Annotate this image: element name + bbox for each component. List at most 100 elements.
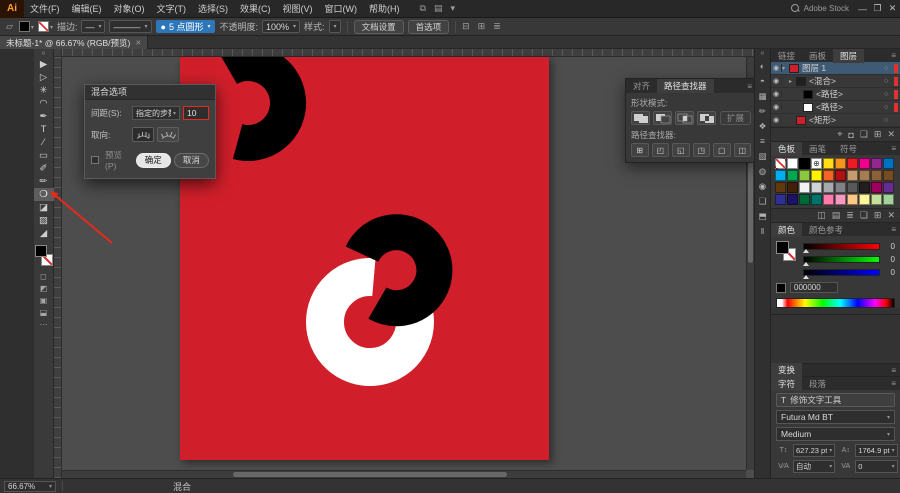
tab-align[interactable]: 对齐 — [626, 79, 657, 93]
color-swatch[interactable] — [835, 158, 846, 169]
color-guide-panel-icon[interactable]: ◓ — [755, 74, 771, 89]
visibility-eye-icon[interactable]: ◉ — [771, 64, 782, 72]
eraser-tool[interactable]: ◪ — [34, 201, 54, 214]
locate-object-icon[interactable]: ⌖ — [837, 129, 842, 140]
workspace-arrow-icon[interactable]: ▾ — [450, 3, 455, 14]
align-icon[interactable]: ⊟ — [462, 21, 470, 32]
arrange-documents-icon[interactable]: ⧉ — [420, 3, 426, 14]
color-swatch[interactable] — [871, 158, 882, 169]
new-swatch-icon[interactable]: ⊞ — [874, 210, 882, 221]
panel-menu-icon[interactable]: ≡ — [887, 225, 900, 234]
gradient-panel-icon[interactable]: ▧ — [755, 149, 771, 164]
align-to-page-button[interactable] — [132, 127, 154, 142]
color-swatch[interactable] — [787, 170, 798, 181]
swatch-registration[interactable]: ⊕ — [811, 158, 822, 169]
transparency-panel-icon[interactable]: ◍ — [755, 164, 771, 179]
outline-icon[interactable]: ▢ — [713, 143, 731, 157]
tab-links[interactable]: 链接 — [771, 49, 802, 63]
swatch-none[interactable] — [775, 158, 786, 169]
preview-checkbox[interactable] — [91, 156, 99, 164]
menu-item[interactable]: 对象(O) — [108, 0, 151, 18]
fill-stroke-indicator[interactable] — [34, 245, 54, 271]
top-shape-black[interactable] — [221, 57, 307, 161]
color-swatch[interactable] — [835, 182, 846, 193]
layer-row[interactable]: ◉ ▾ 图层 1 ○ — [771, 62, 900, 75]
swatch-white[interactable] — [787, 158, 798, 169]
panel-menu-icon[interactable]: ≡ — [887, 144, 900, 153]
swatch-kinds-icon[interactable]: ▤ — [832, 210, 841, 221]
close-document-icon[interactable]: ✕ — [135, 39, 141, 47]
tab-character[interactable]: 字符 — [771, 376, 803, 391]
layer-row[interactable]: ◉ <矩形> ○ — [771, 114, 900, 127]
paintbrush-tool[interactable]: ✐ — [34, 162, 54, 175]
workspace-switcher-icon[interactable]: ▤ — [434, 3, 443, 14]
fill-color-well[interactable]: ▾ — [18, 21, 34, 33]
stroke-weight-select[interactable]: — ▾ — [81, 20, 106, 33]
color-swatch[interactable] — [883, 194, 894, 205]
visibility-eye-icon[interactable]: ◉ — [771, 116, 782, 124]
menu-item[interactable]: 帮助(H) — [363, 0, 406, 18]
minimize-button[interactable]: — — [855, 0, 870, 18]
color-swatch[interactable] — [787, 194, 798, 205]
fill-swatch[interactable] — [34, 245, 47, 257]
visibility-eye-icon[interactable]: ◉ — [771, 103, 782, 111]
divide-icon[interactable]: ⊞ — [631, 143, 649, 157]
line-segment-tool[interactable]: ∕ — [34, 136, 54, 149]
new-sublayer-icon[interactable]: ❏ — [860, 129, 868, 140]
brushes-panel-icon[interactable]: ✏ — [755, 104, 771, 119]
menu-item[interactable]: 效果(C) — [234, 0, 277, 18]
new-color-group-icon[interactable]: ❏ — [860, 210, 868, 221]
pencil-tool[interactable]: ✏ — [34, 175, 54, 188]
unite-icon[interactable] — [631, 111, 650, 125]
stroke-color-well[interactable]: ▾ — [37, 21, 53, 33]
edit-toolbar-icon[interactable]: ⋯ — [34, 319, 54, 331]
align-panel-icon[interactable]: ‖ — [755, 224, 771, 239]
stroke-panel-icon[interactable]: ≡ — [755, 134, 771, 149]
draw-behind-mode-icon[interactable]: ◩ — [34, 283, 54, 295]
style-select[interactable]: ▾ — [328, 20, 341, 33]
tab-paragraph[interactable]: 段落 — [802, 377, 833, 391]
layer-row[interactable]: ◉ <路径> ○ — [771, 88, 900, 101]
fill-chip[interactable] — [776, 241, 789, 254]
color-swatch[interactable] — [835, 170, 846, 181]
color-swatch[interactable] — [823, 194, 834, 205]
color-swatch[interactable] — [847, 158, 858, 169]
color-swatch[interactable] — [823, 170, 834, 181]
zoom-level-select[interactable]: 66.67% ▾ — [4, 480, 56, 492]
color-swatch[interactable] — [787, 182, 798, 193]
tab-brushes[interactable]: 画笔 — [802, 142, 833, 156]
tab-artboards[interactable]: 画板 — [802, 49, 833, 63]
artboards-panel-icon[interactable]: ⬒ — [755, 209, 771, 224]
color-swatch[interactable] — [799, 194, 810, 205]
crop-icon[interactable]: ◳ — [692, 143, 710, 157]
font-style-select[interactable]: Medium ▾ — [776, 427, 895, 441]
blue-slider[interactable] — [803, 269, 880, 279]
visibility-eye-icon[interactable]: ◉ — [771, 77, 782, 85]
preferences-button[interactable]: 首选项 — [407, 19, 450, 34]
layer-row[interactable]: ◉ <路径> ○ — [771, 101, 900, 114]
color-swatch[interactable] — [823, 182, 834, 193]
symbols-panel-icon[interactable]: ❖ — [755, 119, 771, 134]
target-circle-icon[interactable]: ○ — [884, 65, 892, 72]
red-slider[interactable] — [803, 243, 880, 253]
new-layer-icon[interactable]: ⊞ — [874, 129, 882, 140]
blend-tool[interactable]: ❍ — [33, 188, 54, 201]
intersect-icon[interactable] — [675, 111, 694, 125]
direct-selection-tool[interactable]: ▷ — [34, 71, 54, 84]
tab-transform[interactable]: 变换 — [771, 363, 803, 377]
color-swatch[interactable] — [871, 194, 882, 205]
artboard[interactable] — [180, 57, 549, 460]
swatch-black[interactable] — [799, 158, 810, 169]
brush-definition-select[interactable]: ● 5 点圆形 ▾ — [155, 20, 216, 33]
panel-menu-icon[interactable]: ≡ — [743, 82, 754, 91]
color-swatch[interactable] — [883, 182, 894, 193]
color-swatch[interactable] — [871, 170, 882, 181]
minus-back-icon[interactable]: ◫ — [733, 143, 751, 157]
menu-item[interactable]: 窗口(W) — [319, 0, 364, 18]
color-swatch[interactable] — [835, 194, 846, 205]
stock-search[interactable]: Adobe Stock — [790, 4, 849, 13]
color-swatch[interactable] — [847, 194, 858, 205]
panel-menu-icon[interactable]: ≡ — [887, 366, 900, 375]
steps-input[interactable] — [183, 106, 209, 120]
green-slider[interactable] — [803, 256, 880, 266]
